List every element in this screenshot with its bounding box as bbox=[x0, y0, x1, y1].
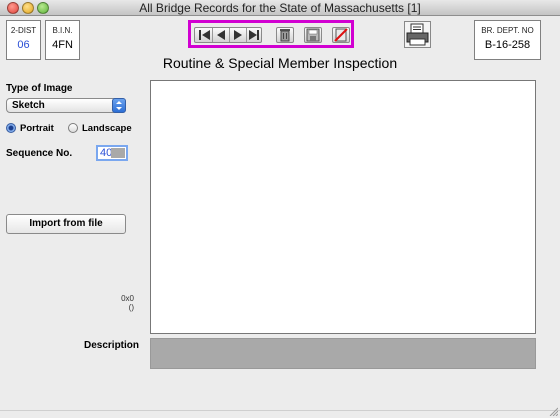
dept-no-value: B-16-258 bbox=[484, 39, 531, 51]
image-dimensions: 0x0 bbox=[121, 294, 134, 303]
bin-value: 4FN bbox=[52, 39, 73, 51]
district-value: 06 bbox=[17, 39, 30, 51]
portrait-label: Portrait bbox=[20, 123, 54, 134]
district-label: 2-DIST bbox=[10, 26, 37, 35]
bin-box: B.I.N. 4FN bbox=[45, 20, 80, 60]
cancel-button[interactable] bbox=[332, 27, 350, 43]
landscape-radio[interactable]: Landscape bbox=[68, 123, 132, 134]
radio-selected-icon bbox=[6, 123, 16, 133]
image-dimensions-sub: () bbox=[128, 303, 134, 312]
form-title: Routine & Special Member Inspection bbox=[162, 55, 398, 71]
image-type-value: Sketch bbox=[12, 100, 45, 111]
bin-label: B.I.N. bbox=[52, 26, 73, 35]
sequence-spinner[interactable] bbox=[111, 148, 125, 158]
description-label: Description bbox=[84, 340, 140, 351]
last-record-icon[interactable] bbox=[249, 30, 259, 40]
dept-no-label: BR. DEPT. NO bbox=[481, 26, 534, 35]
select-arrows-icon bbox=[112, 98, 126, 113]
dept-no-box: BR. DEPT. NO B-16-258 bbox=[474, 20, 541, 60]
portrait-radio[interactable]: Portrait bbox=[6, 123, 54, 134]
save-button[interactable] bbox=[304, 27, 322, 43]
delete-trash-icon bbox=[280, 29, 290, 42]
district-box: 2-DIST 06 bbox=[6, 20, 41, 60]
previous-record-icon[interactable] bbox=[217, 30, 225, 40]
radio-unselected-icon bbox=[68, 123, 78, 133]
window-titlebar: All Bridge Records for the State of Mass… bbox=[0, 0, 560, 16]
description-field[interactable] bbox=[150, 338, 536, 369]
sequence-label: Sequence No. bbox=[6, 148, 73, 159]
landscape-label: Landscape bbox=[82, 123, 132, 134]
import-from-file-button[interactable]: Import from file bbox=[6, 214, 126, 234]
sequence-input[interactable]: 40 bbox=[96, 145, 128, 161]
first-record-icon[interactable] bbox=[199, 30, 210, 40]
record-navigation-toolbar bbox=[188, 20, 354, 48]
resize-grip-icon[interactable] bbox=[548, 406, 558, 416]
navigation-button-group bbox=[194, 27, 262, 43]
print-report-icon[interactable] bbox=[404, 21, 431, 48]
image-canvas[interactable] bbox=[150, 80, 536, 334]
bottom-divider bbox=[0, 410, 560, 411]
image-type-select[interactable]: Sketch bbox=[6, 98, 126, 113]
save-disk-icon bbox=[306, 28, 320, 42]
next-record-icon[interactable] bbox=[234, 30, 242, 40]
cancel-edit-icon bbox=[334, 28, 348, 42]
delete-button[interactable] bbox=[276, 27, 294, 43]
image-type-label: Type of Image bbox=[6, 83, 73, 94]
window-title: All Bridge Records for the State of Mass… bbox=[139, 1, 421, 15]
